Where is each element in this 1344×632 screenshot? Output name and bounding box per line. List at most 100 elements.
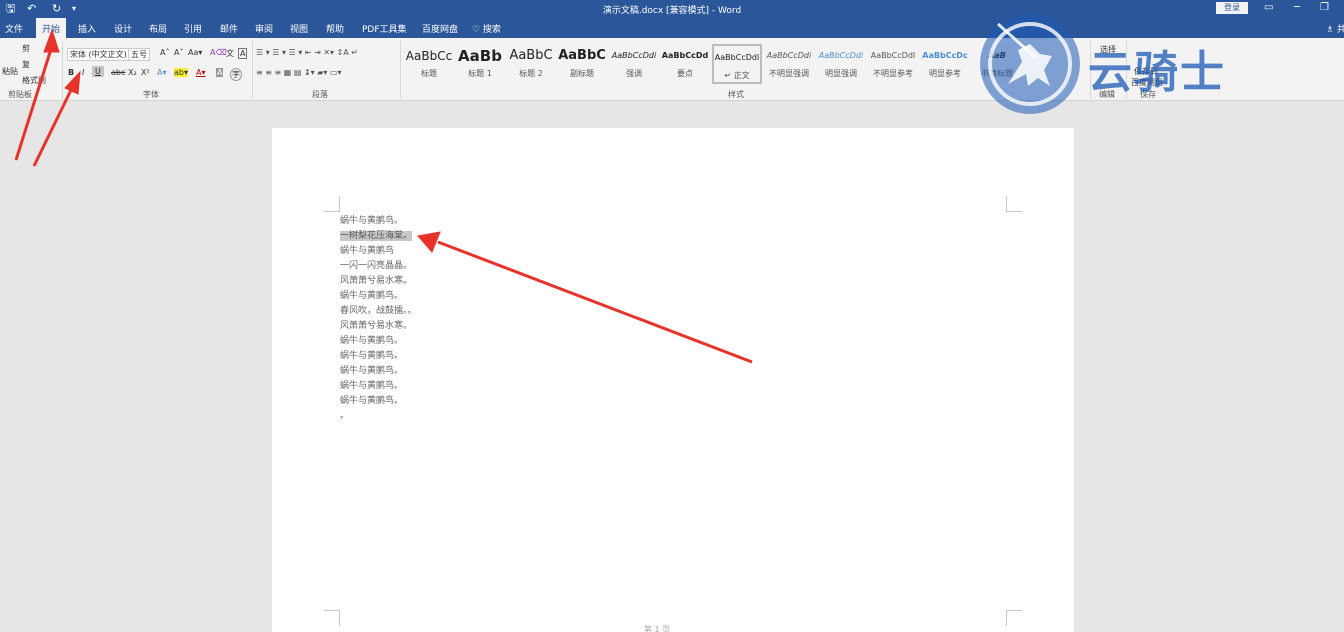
paragraph-text: 蜗牛与黄鹂鸟。 <box>340 396 404 406</box>
minimize-icon[interactable]: ─ <box>1294 1 1300 15</box>
styles-group-label: 样式 <box>728 90 744 99</box>
paragraph[interactable]: 。 <box>340 409 417 424</box>
restore-icon[interactable]: ❐ <box>1320 1 1329 15</box>
style-subtitle[interactable]: AaBbC 副标题 <box>557 44 607 84</box>
cut-button[interactable]: 剪 <box>22 43 30 54</box>
style-name: 标题 <box>421 69 437 78</box>
underline-button[interactable]: U <box>92 66 104 77</box>
style-strong[interactable]: AaBbCcDd 要点 <box>660 44 710 84</box>
highlight-button[interactable]: ab▾ <box>174 68 188 77</box>
style-name: 标题 2 <box>519 69 543 78</box>
superscript-button[interactable]: X² <box>141 68 150 77</box>
style-name: 强调 <box>626 69 642 78</box>
style-name: 标题 1 <box>468 69 492 78</box>
crop-mark <box>1006 610 1022 626</box>
watermark-knight-logo <box>980 14 1080 114</box>
watermark-text: 云骑士 <box>1088 47 1226 98</box>
paragraph[interactable]: 蜗牛与黄鹂鸟 <box>340 244 417 259</box>
style-sample: AaBbCcDc <box>922 51 968 60</box>
paragraph-text: 风萧萧兮易水寒。 <box>340 276 413 286</box>
style-sample: AaBbCcDdI <box>870 51 916 60</box>
font-size-dropdown[interactable]: 五号 <box>128 48 150 61</box>
style-heading-1[interactable]: AaBb 标题 1 <box>455 44 505 84</box>
tab-references[interactable]: 引用 <box>184 22 202 35</box>
selected-paragraph[interactable]: 一树梨花压海棠。 <box>340 229 417 244</box>
subscript-button[interactable]: X₂ <box>128 68 137 77</box>
style-name: 副标题 <box>570 69 594 78</box>
font-name-dropdown[interactable]: 宋体 (中文正文) <box>67 48 130 61</box>
document-body[interactable]: 蜗牛与黄鹂鸟。 一树梨花压海棠。 蜗牛与黄鹂鸟 一闪一闪亮晶晶。 风萧萧兮易水寒… <box>340 214 417 424</box>
grow-font-button[interactable]: A˄ <box>160 48 169 57</box>
paragraph-row-2[interactable]: ≡ ≡ ≡ ▦ ▤ ↨▾ ▰▾ ▭▾ <box>256 68 342 77</box>
paragraph[interactable]: 蜗牛与黄鹂鸟。 <box>340 349 417 364</box>
character-border-button[interactable]: A <box>238 48 248 59</box>
paste-button[interactable]: 粘贴 <box>2 66 18 77</box>
style-name: 不明显强调 <box>769 69 809 78</box>
paragraph-row-1[interactable]: ☰ ▾ ☰ ▾ ☰ ▾ ⇤ ⇥ ✕▾ ↕A ↵ <box>256 48 358 57</box>
paragraph[interactable]: 蜗牛与黄鹂鸟。 <box>340 394 417 409</box>
style-title[interactable]: AaBbCc 标题 <box>404 44 454 84</box>
style-normal[interactable]: AaBbCcDdl ↵ 正文 <box>712 44 762 84</box>
tab-home[interactable]: 开始 <box>36 18 67 38</box>
paragraph[interactable]: 蜗牛与黄鹂鸟。 <box>340 334 417 349</box>
share-button[interactable]: ♗ 共 <box>1326 22 1344 35</box>
change-case-button[interactable]: Aa▾ <box>188 48 202 57</box>
font-color-button[interactable]: A▾ <box>196 68 206 77</box>
paragraph-text: 蜗牛与黄鹂鸟。 <box>340 366 404 376</box>
document-page[interactable]: 蜗牛与黄鹂鸟。 一树梨花压海棠。 蜗牛与黄鹂鸟 一闪一闪亮晶晶。 风萧萧兮易水寒… <box>272 128 1074 632</box>
selected-text: 一树梨花压海棠。 <box>340 231 413 241</box>
tab-review[interactable]: 审阅 <box>255 22 273 35</box>
crop-mark <box>1006 196 1022 212</box>
style-sample: AaBbCcDdl <box>714 53 760 62</box>
tab-layout[interactable]: 布局 <box>149 22 167 35</box>
shrink-font-button[interactable]: A˅ <box>174 48 183 57</box>
tab-mailings[interactable]: 邮件 <box>220 22 238 35</box>
paragraph-text: 蜗牛与黄鹂鸟。 <box>340 216 404 226</box>
tab-insert[interactable]: 插入 <box>78 22 96 35</box>
tab-help[interactable]: 帮助 <box>326 22 344 35</box>
style-sample: AaBbCcDdi <box>611 51 657 60</box>
crop-mark <box>324 610 340 626</box>
paragraph[interactable]: 蜗牛与黄鹂鸟。 <box>340 379 417 394</box>
paragraph[interactable]: 风萧萧兮易水寒。 <box>340 319 417 334</box>
paragraph[interactable]: 蜗牛与黄鹂鸟。 <box>340 289 417 304</box>
style-name: 明显强调 <box>825 69 857 78</box>
style-intense-emphasis[interactable]: AaBbCcDdi 明显强调 <box>816 44 866 84</box>
phonetic-guide-button[interactable]: 文 <box>226 48 234 59</box>
paragraph-text: 春风吹，战鼓擂。。 <box>340 306 417 316</box>
paragraph[interactable]: 蜗牛与黄鹂鸟。 <box>340 364 417 379</box>
paragraph-text: 蜗牛与黄鹂鸟。 <box>340 336 404 346</box>
clear-formatting-button[interactable]: A⌫ <box>210 48 227 57</box>
group-divider <box>400 41 401 99</box>
paragraph[interactable]: 一闪一闪亮晶晶。 <box>340 259 417 274</box>
style-heading-2[interactable]: AaBbC 标题 2 <box>506 44 556 84</box>
crop-mark <box>324 196 340 212</box>
format-painter-button[interactable]: 格式刷 <box>22 75 46 86</box>
copy-button[interactable]: 复 <box>22 59 30 70</box>
style-sample: AaBb <box>458 47 502 65</box>
style-subtle-emphasis[interactable]: AaBbCcDdi 不明显强调 <box>764 44 814 84</box>
text-effects-button[interactable]: A▾ <box>157 68 167 77</box>
tell-me-search[interactable]: ♡ 搜索 <box>472 22 501 35</box>
paragraph-text: 蜗牛与黄鹂鸟。 <box>340 381 404 391</box>
style-intense-reference[interactable]: AaBbCcDc 明显参考 <box>920 44 970 84</box>
tab-view[interactable]: 视图 <box>290 22 308 35</box>
tab-pdf-tools[interactable]: PDF工具集 <box>362 22 407 35</box>
tab-file[interactable]: 文件 <box>5 22 23 35</box>
login-button[interactable]: 登录 <box>1216 2 1248 14</box>
paragraph[interactable]: 春风吹，战鼓擂。。 <box>340 304 417 319</box>
bold-button[interactable]: B <box>68 68 74 77</box>
tab-design[interactable]: 设计 <box>114 22 132 35</box>
strikethrough-button[interactable]: abc <box>111 68 125 77</box>
style-emphasis[interactable]: AaBbCcDdi 强调 <box>609 44 659 84</box>
ribbon-display-icon[interactable]: ▭ <box>1264 1 1273 15</box>
character-shading-button[interactable]: A <box>216 68 224 77</box>
enclose-characters-button[interactable]: 字 <box>230 68 242 81</box>
style-subtle-reference[interactable]: AaBbCcDdI 不明显参考 <box>868 44 918 84</box>
italic-button[interactable]: I <box>82 68 84 77</box>
paragraph[interactable]: 风萧萧兮易水寒。 <box>340 274 417 289</box>
paragraph[interactable]: 蜗牛与黄鹂鸟。 <box>340 214 417 229</box>
page-number: 第 1 页 <box>644 625 671 632</box>
font-group-label: 字体 <box>143 90 159 99</box>
tab-baidu-netdisk[interactable]: 百度网盘 <box>422 22 458 35</box>
